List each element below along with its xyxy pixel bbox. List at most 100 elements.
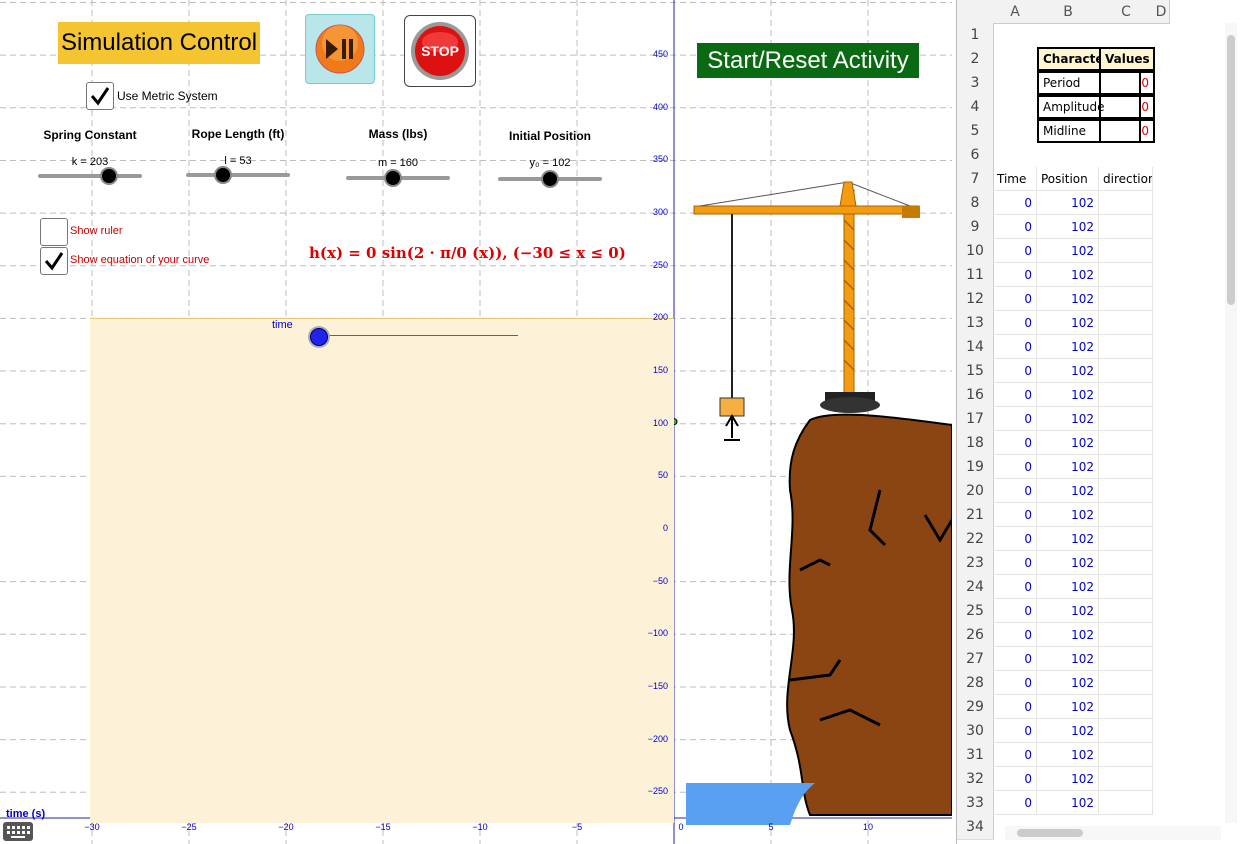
position-cell[interactable]: 102 <box>1037 695 1099 719</box>
position-cell[interactable]: 102 <box>1037 479 1099 503</box>
direction-cell[interactable] <box>1099 575 1153 599</box>
direction-cell[interactable] <box>1099 527 1153 551</box>
position-cell[interactable]: 102 <box>1037 623 1099 647</box>
row-header[interactable]: 11 <box>957 263 994 288</box>
equation-checkbox[interactable] <box>40 247 68 275</box>
row-header[interactable]: 24 <box>957 575 994 600</box>
time-cell[interactable]: 0 <box>993 743 1037 767</box>
time-column-header[interactable]: Time <box>993 167 1037 191</box>
row-header[interactable]: 3 <box>957 71 994 96</box>
column-header-b[interactable]: B <box>1037 0 1100 24</box>
row-header[interactable]: 19 <box>957 455 994 480</box>
direction-cell[interactable] <box>1099 383 1153 407</box>
position-cell[interactable]: 102 <box>1037 575 1099 599</box>
time-cell[interactable]: 0 <box>993 599 1037 623</box>
row-header[interactable]: 9 <box>957 215 994 240</box>
characteristic-value[interactable]: 0 <box>1099 119 1155 143</box>
time-cell[interactable]: 0 <box>993 791 1037 815</box>
time-cell[interactable]: 0 <box>993 239 1037 263</box>
time-cell[interactable]: 0 <box>993 575 1037 599</box>
column-header-d[interactable]: D <box>1153 0 1170 24</box>
row-header[interactable]: 5 <box>957 119 994 144</box>
position-cell[interactable]: 102 <box>1037 239 1099 263</box>
position-cell[interactable]: 102 <box>1037 791 1099 815</box>
row-header[interactable]: 29 <box>957 695 994 720</box>
position-cell[interactable]: 102 <box>1037 431 1099 455</box>
column-header-c[interactable]: C <box>1099 0 1154 24</box>
horizontal-scrollbar[interactable] <box>1005 826 1221 840</box>
row-header[interactable]: 8 <box>957 191 994 216</box>
slider-track[interactable] <box>186 166 290 184</box>
position-cell[interactable]: 102 <box>1037 527 1099 551</box>
direction-cell[interactable] <box>1099 311 1153 335</box>
row-header[interactable]: 15 <box>957 359 994 384</box>
direction-cell[interactable] <box>1099 335 1153 359</box>
position-cell[interactable]: 102 <box>1037 719 1099 743</box>
slider-track[interactable] <box>498 170 602 188</box>
row-header[interactable]: 25 <box>957 599 994 624</box>
row-header[interactable]: 30 <box>957 719 994 744</box>
row-header[interactable]: 27 <box>957 647 994 672</box>
time-cell[interactable]: 0 <box>993 527 1037 551</box>
time-cell[interactable]: 0 <box>993 623 1037 647</box>
position-cell[interactable]: 102 <box>1037 191 1099 215</box>
time-cell[interactable]: 0 <box>993 263 1037 287</box>
slider-knob[interactable] <box>383 169 402 187</box>
row-header[interactable]: 1 <box>957 23 994 48</box>
ruler-checkbox[interactable] <box>40 218 68 246</box>
time-cell[interactable]: 0 <box>993 503 1037 527</box>
position-cell[interactable]: 102 <box>1037 767 1099 791</box>
time-slider-track[interactable] <box>318 335 518 336</box>
direction-cell[interactable] <box>1099 431 1153 455</box>
position-cell[interactable]: 102 <box>1037 383 1099 407</box>
time-slider-knob[interactable] <box>310 328 328 346</box>
row-header[interactable]: 4 <box>957 95 994 120</box>
direction-cell[interactable] <box>1099 407 1153 431</box>
column-header-a[interactable]: A <box>993 0 1038 24</box>
position-cell[interactable]: 102 <box>1037 287 1099 311</box>
direction-cell[interactable] <box>1099 767 1153 791</box>
characteristic-value[interactable]: 0 <box>1099 95 1155 119</box>
row-header[interactable]: 6 <box>957 143 994 168</box>
row-header[interactable]: 7 <box>957 167 994 192</box>
direction-cell[interactable] <box>1099 719 1153 743</box>
values-header[interactable]: Values <box>1099 47 1155 71</box>
row-header[interactable]: 26 <box>957 623 994 648</box>
row-header[interactable]: 13 <box>957 311 994 336</box>
direction-cell[interactable] <box>1099 599 1153 623</box>
slider-track[interactable] <box>346 169 450 187</box>
position-cell[interactable]: 102 <box>1037 311 1099 335</box>
row-header[interactable]: 12 <box>957 287 994 312</box>
graphics-view[interactable]: Simulation Control STOP Start/Reset Acti… <box>0 0 952 844</box>
position-cell[interactable]: 102 <box>1037 455 1099 479</box>
time-cell[interactable]: 0 <box>993 311 1037 335</box>
direction-cell[interactable] <box>1099 239 1153 263</box>
spreadsheet-view[interactable]: A B C D 1 2 3 4 5 6 7 8 9 10 11 12 13 14 15 16 17 18 19 20 21 22 2… <box>956 0 1240 844</box>
stop-button[interactable]: STOP <box>404 15 476 87</box>
time-cell[interactable]: 0 <box>993 431 1037 455</box>
direction-cell[interactable] <box>1099 455 1153 479</box>
direction-cell[interactable] <box>1099 647 1153 671</box>
time-cell[interactable]: 0 <box>993 191 1037 215</box>
time-cell[interactable]: 0 <box>993 287 1037 311</box>
start-reset-button[interactable]: Start/Reset Activity <box>697 43 919 78</box>
time-cell[interactable]: 0 <box>993 551 1037 575</box>
position-column-header[interactable]: Position <box>1037 167 1099 191</box>
row-header[interactable]: 32 <box>957 767 994 792</box>
direction-column-header[interactable]: direction <box>1099 167 1153 191</box>
time-cell[interactable]: 0 <box>993 671 1037 695</box>
position-cell[interactable]: 102 <box>1037 599 1099 623</box>
row-header[interactable]: 28 <box>957 671 994 696</box>
row-header[interactable]: 10 <box>957 239 994 264</box>
direction-cell[interactable] <box>1099 479 1153 503</box>
direction-cell[interactable] <box>1099 791 1153 815</box>
row-header[interactable]: 20 <box>957 479 994 504</box>
row-header[interactable]: 14 <box>957 335 994 360</box>
metric-checkbox[interactable] <box>86 82 114 110</box>
time-cell[interactable]: 0 <box>993 383 1037 407</box>
time-cell[interactable]: 0 <box>993 767 1037 791</box>
row-header[interactable]: 23 <box>957 551 994 576</box>
slider-knob[interactable] <box>99 167 118 185</box>
direction-cell[interactable] <box>1099 623 1153 647</box>
row-header[interactable]: 22 <box>957 527 994 552</box>
